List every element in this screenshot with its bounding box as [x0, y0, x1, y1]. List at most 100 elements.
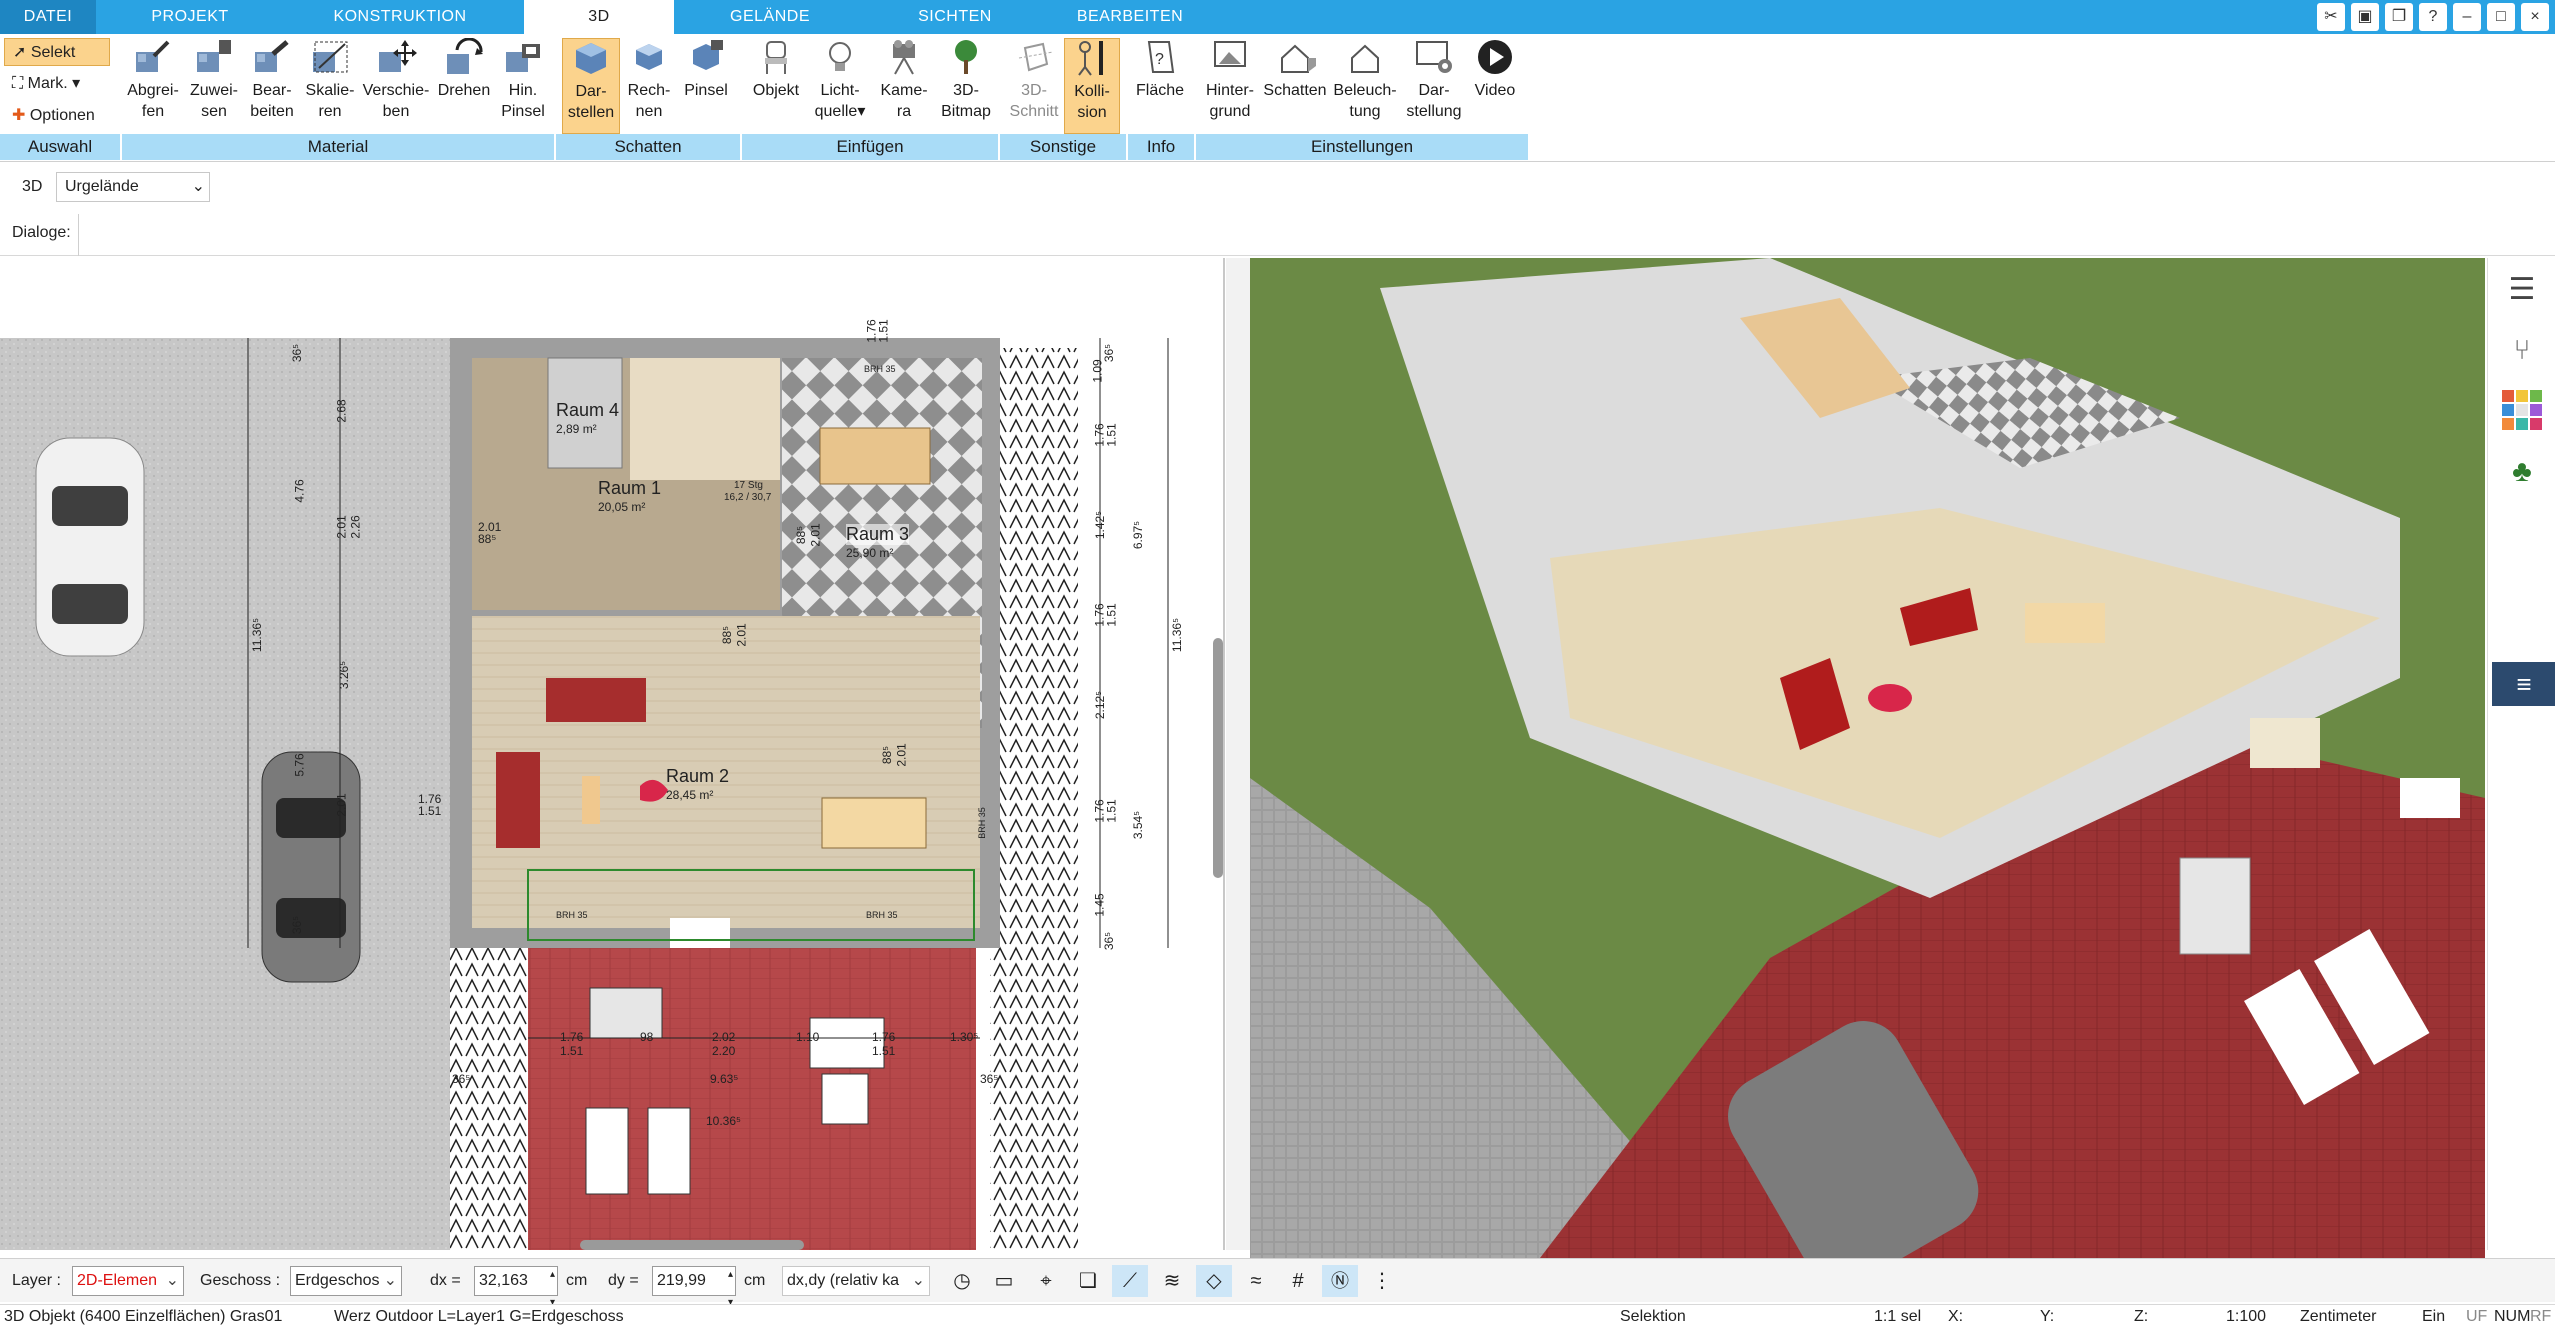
status-uf: UF — [2466, 1308, 2488, 1325]
camera-icon[interactable]: ⌖ — [1028, 1265, 1064, 1297]
status-num: NUM — [2494, 1308, 2531, 1325]
lichtquelle-button[interactable]: Licht- quelle▾ — [808, 38, 872, 134]
tab-sichten[interactable]: SICHTEN — [880, 0, 1030, 34]
snap-surface-icon[interactable]: ◇ — [1196, 1265, 1232, 1297]
verschieben-button[interactable]: Verschie- ben — [360, 38, 432, 134]
snap-layer-icon[interactable]: ≈ — [1238, 1265, 1274, 1297]
abgreifen-button[interactable]: Abgrei- fen — [122, 38, 184, 134]
coordinate-mode-select[interactable]: dx,dy (relativ ka ⌄ — [782, 1266, 930, 1296]
selection-tools: ➚ Selekt ⛶ Mark. ▾ ✚ Optionen — [4, 38, 110, 134]
layer-select[interactable]: 2D-Elemen ⌄ — [72, 1266, 184, 1296]
plan-v-scrollbar[interactable] — [1213, 638, 1223, 878]
dim-label: 10.36⁵ — [706, 1114, 742, 1128]
tab-gelaende[interactable]: GELÄNDE — [690, 0, 850, 34]
plus-icon: ✚ — [12, 107, 26, 124]
dim-label: 1.51 — [872, 1044, 896, 1058]
car-top-1[interactable] — [35, 437, 145, 657]
snap-line-icon[interactable]: ⟋ — [1112, 1265, 1148, 1297]
help-icon[interactable]: ? — [2419, 3, 2447, 31]
bearbeiten-button[interactable]: Bear- beiten — [244, 38, 300, 134]
dim-label: 36⁵ — [452, 1072, 471, 1086]
app-window: DATEI PROJEKT KONSTRUKTION 3D GELÄNDE SI… — [0, 0, 2555, 1328]
more-icon[interactable]: ⋮ — [1364, 1265, 1400, 1297]
mark-icon: ⛶ — [12, 75, 24, 92]
window-label: BRH 35 — [976, 807, 987, 839]
calculate-cube-icon — [636, 44, 662, 70]
3d-canvas[interactable] — [1250, 258, 2485, 1258]
copy-icon[interactable]: ❏ — [1070, 1265, 1106, 1297]
room-area: 2,89 m² — [556, 422, 597, 436]
options-button[interactable]: ✚ Optionen — [4, 102, 110, 130]
dx-unit: cm — [566, 1272, 588, 1289]
menu-icon[interactable]: ≡ — [2492, 662, 2555, 706]
beleuchtung-button[interactable]: Beleuch- tung — [1330, 38, 1400, 134]
view-splitter[interactable] — [1226, 258, 1250, 1250]
options-label: Optionen — [29, 107, 95, 124]
dim-label: 36⁵ — [290, 343, 305, 363]
snap-wall-icon[interactable]: ≋ — [1154, 1265, 1190, 1297]
flaeche-button[interactable]: ? Fläche — [1132, 38, 1188, 134]
hintergrund-button[interactable]: Hinter- grund — [1198, 38, 1262, 134]
tab-projekt[interactable]: PROJEKT — [110, 0, 270, 34]
pinsel-button[interactable]: Pinsel — [680, 38, 732, 134]
grid-icon[interactable]: # — [1280, 1265, 1316, 1297]
restore-layout-icon[interactable]: ▣ — [2351, 3, 2379, 31]
layers-icon[interactable]: ☰ — [2502, 270, 2542, 310]
flaeche-label: Fläche — [1135, 82, 1185, 99]
tab-bearbeiten[interactable]: BEARBEITEN — [1040, 0, 1220, 34]
terrain-select[interactable]: Urgelände ⌄ — [56, 172, 210, 202]
3d-view[interactable] — [1250, 258, 2485, 1258]
close-icon[interactable]: × — [2521, 3, 2549, 31]
floor-plan-view[interactable]: Raum 4 2,89 m² Raum 1 20,05 m² Raum 3 25… — [0, 258, 1225, 1250]
skalieren-button[interactable]: Skalie- ren — [302, 38, 358, 134]
materials-icon[interactable] — [2502, 390, 2542, 430]
minimize-icon[interactable]: – — [2453, 3, 2481, 31]
schatten-button[interactable]: Schatten — [1262, 38, 1328, 134]
section-cube-icon — [1018, 42, 1054, 72]
mark-tool[interactable]: ⛶ Mark. ▾ — [4, 70, 110, 98]
dim-label: 1.10 — [796, 1030, 820, 1044]
tools-icon[interactable]: ✂ — [2317, 3, 2345, 31]
hedge-left — [450, 948, 530, 1250]
bitmap3d-button[interactable]: 3D- Bitmap — [936, 38, 996, 134]
kamera-button[interactable]: Kame- ra — [874, 38, 934, 134]
dim-label: 1.45 — [1092, 893, 1107, 917]
clock-icon[interactable]: ◷ — [944, 1265, 980, 1297]
hin-pinsel-button[interactable]: Hin. Pinsel — [496, 38, 550, 134]
plan-h-scrollbar[interactable] — [580, 1240, 804, 1250]
north-icon[interactable]: Ⓝ — [1322, 1265, 1358, 1297]
drehen-button[interactable]: Drehen — [434, 38, 494, 134]
verschieben-label: Verschie- ben — [362, 82, 430, 120]
dim-label: 5.76 — [292, 753, 307, 777]
windows-icon[interactable]: ❐ — [2385, 3, 2413, 31]
dim-label: 1.51 — [560, 1044, 584, 1058]
tree-icon[interactable]: ♣ — [2502, 452, 2542, 492]
select-tool[interactable]: ➚ Selekt — [4, 38, 110, 66]
schnitt3d-button[interactable]: 3D- Schnitt — [1004, 38, 1064, 134]
dim-label: 88⁵ — [720, 625, 735, 645]
monitor-icon[interactable]: ▭ — [986, 1265, 1022, 1297]
objekt-button[interactable]: Objekt — [746, 38, 806, 134]
dy-value: 219,99 — [657, 1272, 706, 1289]
geschoss-select[interactable]: Erdgeschos ⌄ — [290, 1266, 402, 1296]
dy-input[interactable]: 219,99 ▴ ▾ — [652, 1266, 736, 1308]
tab-3d[interactable]: 3D — [524, 0, 674, 36]
maximize-icon[interactable]: □ — [2487, 3, 2515, 31]
video-button[interactable]: Video — [1466, 38, 1524, 134]
rechnen-button[interactable]: Rech- nen — [622, 38, 676, 134]
dim-label: 36⁵ — [980, 1072, 999, 1086]
chair-icon[interactable]: ⑂ — [2502, 330, 2542, 370]
dx-input[interactable]: 32,163 ▴ ▾ — [474, 1266, 558, 1308]
darstellung-button[interactable]: Dar- stellung — [1402, 38, 1466, 134]
zuweisen-button[interactable]: Zuwei- sen — [186, 38, 242, 134]
dim-label: 3.26⁵ — [337, 660, 352, 690]
dim-label: 1.51 — [876, 319, 891, 343]
tab-datei[interactable]: DATEI — [0, 0, 96, 34]
dim-label: 1.76 — [560, 1030, 584, 1044]
eyedropper-icon — [136, 40, 170, 72]
kollision-button[interactable]: Kolli- sion — [1064, 38, 1120, 134]
car-top-2[interactable] — [261, 751, 361, 983]
dim-label: 88⁵ — [794, 525, 809, 545]
darstellen-button[interactable]: Dar- stellen — [562, 38, 620, 134]
tab-konstruktion[interactable]: KONSTRUKTION — [300, 0, 500, 34]
